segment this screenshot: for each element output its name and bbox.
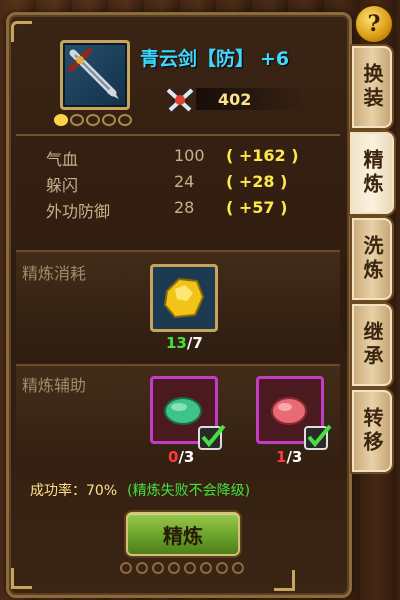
stat-bonus: ( +162 ): [226, 146, 299, 165]
tab-reforge[interactable]: 洗炼: [350, 216, 394, 302]
divider: [16, 134, 340, 136]
help-button[interactable]: ?: [354, 4, 394, 44]
ornament-dot: [232, 562, 244, 574]
equipment-name: 青云剑【防】 +6: [140, 44, 289, 71]
cost-label: 精炼消耗: [22, 264, 87, 283]
ornament-dot: [120, 562, 132, 574]
equipment-slot[interactable]: [60, 40, 130, 110]
star-icon: [70, 114, 84, 126]
assist-have: 0: [168, 448, 179, 466]
assist-have: 1: [276, 448, 287, 466]
stat-name: 躲闪: [46, 176, 79, 195]
star-icon: [102, 114, 116, 126]
assist-slot-red[interactable]: [256, 376, 332, 450]
rate-note: (精炼失败不会降级): [127, 483, 251, 499]
help-label: ?: [367, 11, 381, 37]
stat-value: 100: [174, 146, 205, 165]
cost-have: 13: [166, 334, 187, 352]
tab-transfer[interactable]: 转移: [350, 388, 394, 474]
tab-label: 换装: [360, 63, 384, 111]
equipment-plus: +6: [260, 48, 290, 70]
star-icon: [118, 114, 132, 126]
tab-label: 继承: [360, 321, 384, 369]
rate-label: 成功率：70%: [30, 483, 118, 499]
assist-need: /3: [178, 448, 195, 466]
star-icon: [54, 114, 68, 126]
ornament-dot: [152, 562, 164, 574]
success-rate: 成功率：70% (精炼失败不会降级): [30, 480, 250, 500]
assist-count: 1/3: [276, 448, 302, 466]
assist-label: 精炼辅助: [22, 376, 87, 395]
tab-inherit[interactable]: 继承: [350, 302, 394, 388]
refine-button[interactable]: 精炼: [126, 512, 240, 556]
corner-ornament: [11, 21, 32, 42]
tab-label: 转移: [360, 407, 384, 455]
stat-value: 28: [174, 198, 195, 217]
tab-label: 精炼: [360, 149, 384, 197]
power-value: 402: [218, 90, 252, 109]
cost-need: /7: [186, 334, 203, 352]
stat-bonus: ( +28 ): [226, 172, 288, 191]
assist-count: 0/3: [168, 448, 194, 466]
star-icon: [86, 114, 100, 126]
sword-icon: [68, 48, 119, 99]
star-rating: [54, 114, 132, 126]
check-icon: [304, 424, 332, 450]
bottom-ornament: [120, 562, 244, 574]
check-icon: [198, 424, 226, 450]
ornament-dot: [184, 562, 196, 574]
tab-change-equip[interactable]: 换装: [350, 44, 394, 130]
ornament-dot: [216, 562, 228, 574]
refine-button-label: 精炼: [163, 523, 203, 548]
stat-name: 外功防御: [46, 202, 111, 221]
tab-label: 洗炼: [360, 235, 384, 283]
assist-slot-green[interactable]: [150, 376, 226, 450]
corner-ornament: [274, 570, 295, 591]
assist-need: /3: [286, 448, 303, 466]
ornament-dot: [200, 562, 212, 574]
tab-refine[interactable]: 精炼: [348, 130, 396, 216]
crossed-swords-icon: [166, 88, 194, 112]
stat-name: 气血: [46, 150, 79, 169]
refine-stone-slot[interactable]: [150, 264, 218, 332]
ornament-dot: [168, 562, 180, 574]
stat-value: 24: [174, 172, 195, 191]
corner-ornament: [11, 568, 32, 589]
cost-count: 13/7: [166, 334, 203, 352]
gold-ore-icon: [163, 277, 205, 319]
equipment-title: 青云剑【防】: [140, 48, 255, 70]
stat-bonus: ( +57 ): [226, 198, 288, 217]
ornament-dot: [136, 562, 148, 574]
